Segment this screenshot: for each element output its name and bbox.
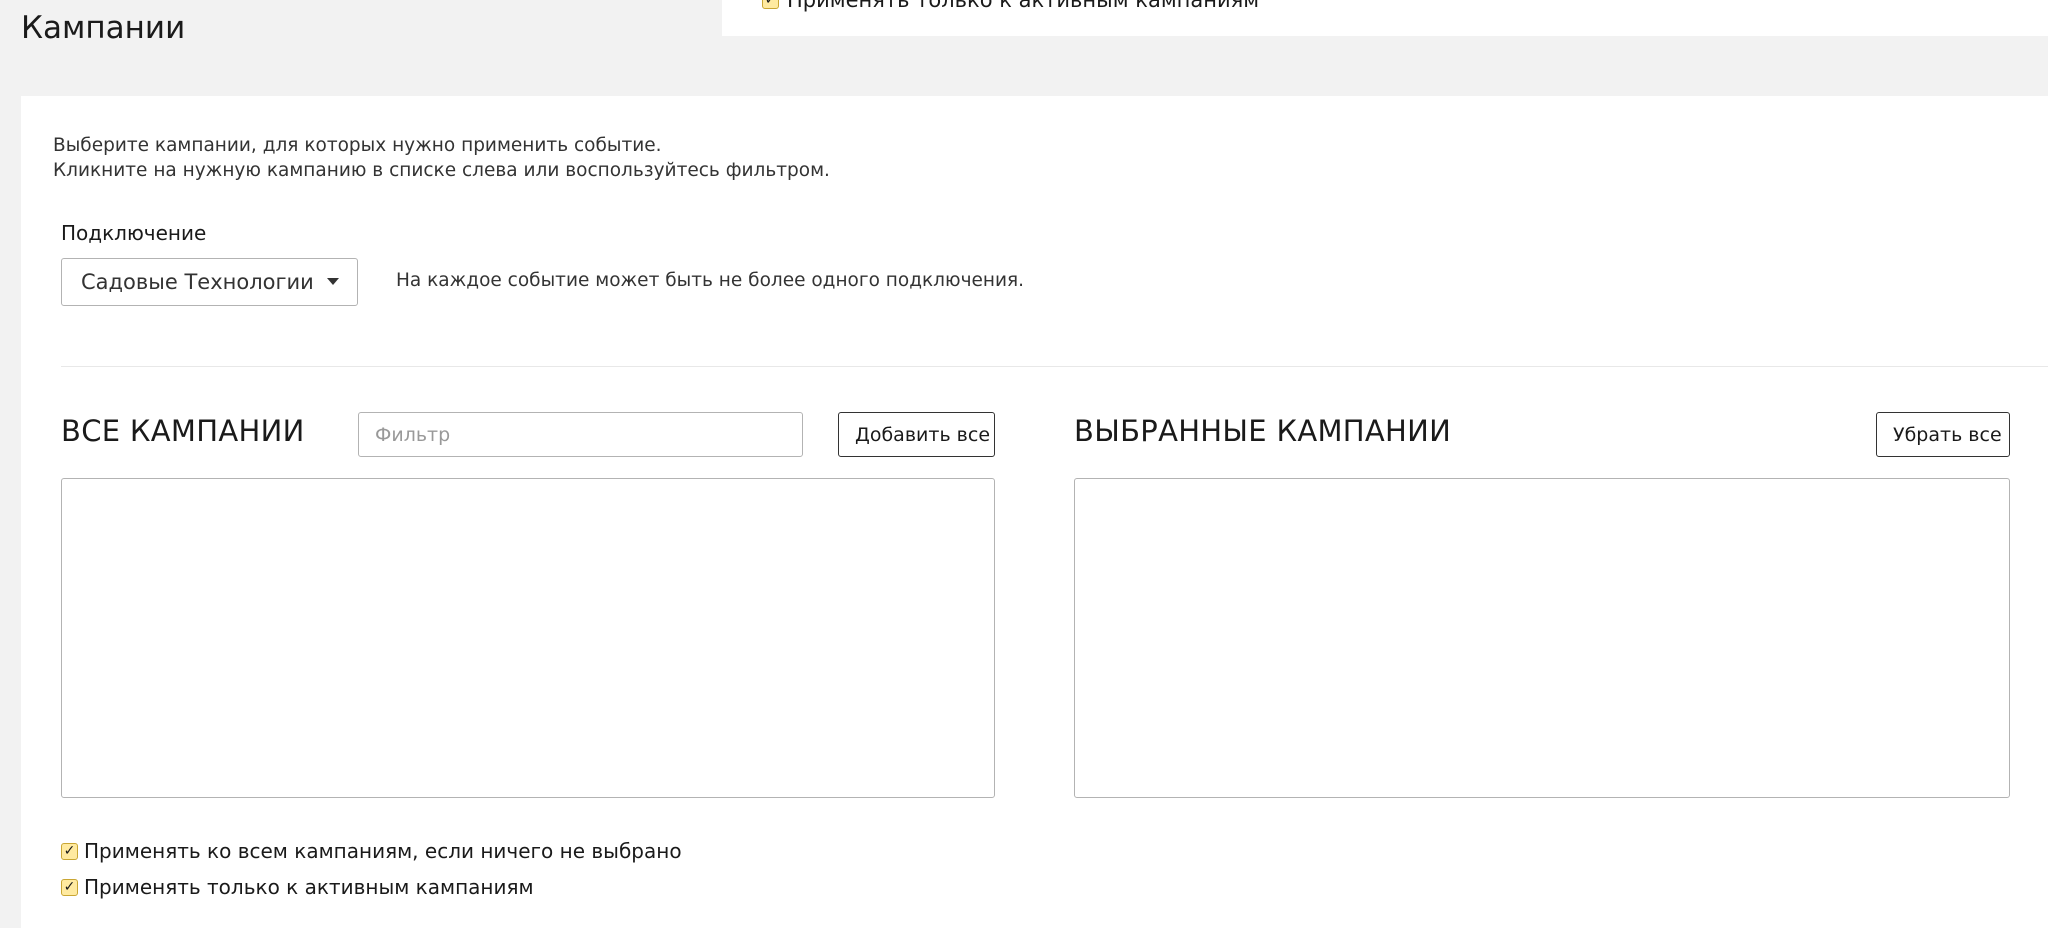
page-title: Кампании [21, 10, 186, 46]
campaigns-panel: Выберите кампании, для которых нужно при… [21, 96, 2048, 928]
only-active-checkbox[interactable]: ✓ [61, 878, 78, 896]
only-active-label: Применять только к активным кампаниям [84, 875, 534, 899]
remove-all-button[interactable]: Убрать все [1876, 412, 2010, 457]
intro-text: Выберите кампании, для которых нужно при… [53, 133, 830, 183]
only-active-checkbox-row[interactable]: ✓ Применять только к активным кампаниям [61, 875, 534, 899]
ghost-checkbox-label: Применять только к активным кампаниям [787, 0, 1260, 12]
connection-select-value: Садовые Технологии [81, 270, 314, 294]
apply-all-checkbox-row[interactable]: ✓ Применять ко всем кампаниям, если ниче… [61, 839, 682, 863]
selected-campaigns-list[interactable] [1074, 478, 2010, 798]
all-campaigns-list[interactable] [61, 478, 995, 798]
apply-all-label: Применять ко всем кампаниям, если ничего… [84, 839, 682, 863]
selected-campaigns-title: ВЫБРАННЫЕ КАМПАНИИ [1074, 414, 1452, 448]
connection-label: Подключение [61, 221, 207, 245]
add-all-button[interactable]: Добавить все [838, 412, 995, 457]
ghost-checkbox-row[interactable]: ✓ Применять только к активным кампаниям [762, 0, 1259, 12]
checkbox-icon[interactable]: ✓ [762, 0, 779, 9]
intro-line-2: Кликните на нужную кампанию в списке сле… [53, 160, 830, 181]
top-strip: ✓ Применять только к активным кампаниям [722, 0, 2048, 36]
chevron-down-icon [327, 278, 339, 285]
all-campaigns-title: ВСЕ КАМПАНИИ [61, 414, 305, 448]
intro-line-1: Выберите кампании, для которых нужно при… [53, 135, 662, 156]
apply-all-checkbox[interactable]: ✓ [61, 842, 78, 860]
filter-input[interactable] [358, 412, 803, 457]
divider [61, 366, 2048, 367]
connection-select[interactable]: Садовые Технологии [61, 258, 358, 306]
connection-note: На каждое событие может быть не более од… [396, 270, 1025, 291]
